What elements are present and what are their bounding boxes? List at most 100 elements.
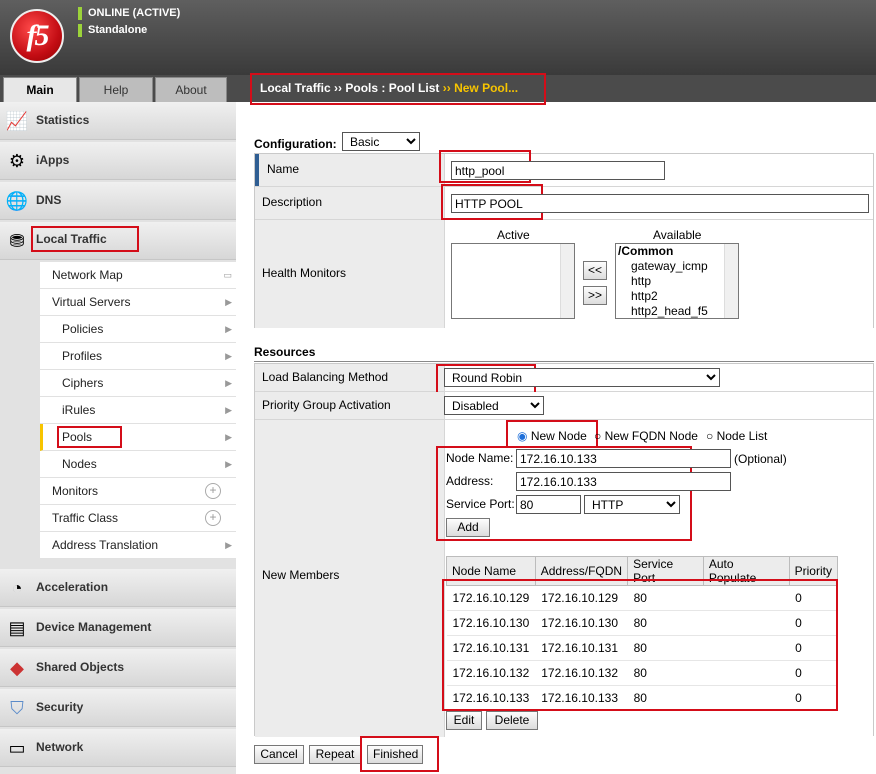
name-row: Name xyxy=(255,150,873,187)
crumb-sep: ›› xyxy=(334,81,343,95)
cancel-button[interactable]: Cancel xyxy=(254,745,304,764)
address-input[interactable] xyxy=(516,472,731,491)
service-port-input[interactable] xyxy=(516,495,581,514)
list-item[interactable]: gateway_icmp xyxy=(616,259,738,274)
sidebar-item-monitors[interactable]: Monitors + xyxy=(40,478,236,505)
sidebar-section-security[interactable]: ⛉ Security xyxy=(0,689,236,727)
shared-objects-icon: ◆ xyxy=(10,658,24,678)
remove-monitor-button[interactable]: >> xyxy=(583,286,607,305)
general-properties-table: Name Description Health Monitors Active … xyxy=(254,150,874,328)
optional-label: (Optional) xyxy=(734,452,787,466)
device-management-icon: ▤ xyxy=(8,618,26,638)
sidebar-section-iapps[interactable]: ⚙ iApps xyxy=(0,142,236,180)
sidebar-section-device-management[interactable]: ▤ Device Management xyxy=(0,609,236,647)
config-mode-select[interactable]: Basic xyxy=(342,132,420,151)
add-icon[interactable]: + xyxy=(205,510,221,526)
list-item[interactable]: http2 xyxy=(616,289,738,304)
config-label: Configuration: xyxy=(254,137,337,151)
node-name-input[interactable] xyxy=(516,449,731,468)
sidebar-item-irules[interactable]: iRules ▶ xyxy=(40,397,236,424)
sidebar-item-address-translation[interactable]: Address Translation ▶ xyxy=(40,532,236,559)
list-item[interactable]: http xyxy=(616,274,738,289)
health-monitors-row: Health Monitors Active Available << >> /… xyxy=(255,220,873,328)
members-highlight xyxy=(442,579,838,711)
scrollbar[interactable] xyxy=(560,244,574,318)
add-monitor-button[interactable]: << xyxy=(583,261,607,280)
sidebar-item-ciphers[interactable]: Ciphers ▶ xyxy=(40,370,236,397)
edit-member-button[interactable]: Edit xyxy=(446,711,482,730)
list-item[interactable]: http2_head_f5 xyxy=(616,304,738,319)
sidebar-section-acceleration[interactable]: ◔ Acceleration xyxy=(0,569,236,607)
pga-row: Priority Group Activation Disabled xyxy=(255,392,873,420)
dns-icon: 🌐 xyxy=(5,191,29,211)
lb-method-row: Load Balancing Method Round Robin xyxy=(255,364,873,394)
main-content: Configuration: Basic Name Description He… xyxy=(236,102,876,774)
radio-new-node[interactable]: ◉ New Node xyxy=(517,429,587,443)
sidebar-section-statistics[interactable]: 📈 Statistics xyxy=(0,102,236,140)
expand-icon: ▭ xyxy=(223,270,232,280)
status-online: ONLINE (ACTIVE) xyxy=(78,7,180,20)
description-input[interactable] xyxy=(451,194,869,213)
service-port-label: Service Port: xyxy=(446,497,515,511)
chevron-right-icon: ▶ xyxy=(225,459,232,469)
crumb-sep: ›› xyxy=(442,81,451,95)
resources-table: Load Balancing Method Round Robin Priori… xyxy=(254,363,874,737)
sidebar-section-shared-objects[interactable]: ◆ Shared Objects xyxy=(0,649,236,687)
health-monitors-label: Health Monitors xyxy=(255,220,445,328)
chevron-right-icon: ▶ xyxy=(225,540,232,550)
name-input[interactable] xyxy=(451,161,665,180)
sidebar: 📈 Statistics ⚙ iApps 🌐 DNS ⛃ Local Traff… xyxy=(0,102,236,774)
scrollbar[interactable] xyxy=(724,244,738,318)
finished-button[interactable]: Finished xyxy=(367,745,423,764)
description-row: Description xyxy=(255,184,873,220)
sidebar-item-virtual-servers[interactable]: Virtual Servers ▶ xyxy=(40,289,236,316)
sidebar-item-nodes[interactable]: Nodes ▶ xyxy=(40,451,236,478)
available-monitors-list[interactable]: /Common gateway_icmp http http2 http2_he… xyxy=(615,243,739,319)
available-label: Available xyxy=(653,228,702,242)
chevron-right-icon: ▶ xyxy=(225,432,232,442)
radio-icon: ○ xyxy=(594,429,602,443)
sidebar-item-profiles[interactable]: Profiles ▶ xyxy=(40,343,236,370)
radio-node-list[interactable]: ○ Node List xyxy=(706,429,767,443)
delete-member-button[interactable]: Delete xyxy=(486,711,538,730)
sidebar-item-pools[interactable]: Pools ▶ xyxy=(40,424,236,451)
chevron-right-icon: ▶ xyxy=(225,405,232,415)
new-members-label: New Members xyxy=(255,420,445,737)
status-mode: Standalone xyxy=(78,24,147,37)
sidebar-item-traffic-class[interactable]: Traffic Class + xyxy=(40,505,236,532)
radio-new-fqdn-node[interactable]: ○ New FQDN Node xyxy=(594,429,698,443)
lb-method-label: Load Balancing Method xyxy=(255,364,445,391)
pga-label: Priority Group Activation xyxy=(255,392,445,419)
new-members-row: New Members ◉ New Node ○ New FQDN Node ○… xyxy=(255,420,873,737)
tab-help[interactable]: Help xyxy=(79,77,153,102)
chevron-right-icon: ▶ xyxy=(225,324,232,334)
tab-main[interactable]: Main xyxy=(3,77,77,102)
sidebar-section-local-traffic[interactable]: ⛃ Local Traffic xyxy=(0,222,236,260)
sidebar-section-network[interactable]: ▭ Network xyxy=(0,729,236,767)
add-member-button[interactable]: Add xyxy=(446,518,490,537)
service-select[interactable]: HTTP xyxy=(584,495,680,514)
chevron-right-icon: ▶ xyxy=(225,378,232,388)
sidebar-item-policies[interactable]: Policies ▶ xyxy=(40,316,236,343)
statistics-icon: 📈 xyxy=(5,111,29,131)
tab-about[interactable]: About xyxy=(155,77,227,102)
address-label: Address: xyxy=(446,474,494,488)
add-icon[interactable]: + xyxy=(205,483,221,499)
network-icon: ▭ xyxy=(8,738,26,758)
lb-method-select[interactable]: Round Robin xyxy=(444,368,720,387)
f5-logo: f5 xyxy=(10,9,64,63)
sidebar-item-network-map[interactable]: Network Map ▭ xyxy=(40,262,236,289)
list-item[interactable]: /Common xyxy=(616,244,738,259)
pga-select[interactable]: Disabled xyxy=(444,396,544,415)
crumb-local-traffic[interactable]: Local Traffic xyxy=(260,81,331,95)
breadcrumb: Local Traffic ›› Pools : Pool List ›› Ne… xyxy=(250,73,546,105)
description-label: Description xyxy=(255,187,445,219)
iapps-icon: ⚙ xyxy=(8,151,26,171)
chevron-right-icon: ▶ xyxy=(225,297,232,307)
resources-heading: Resources xyxy=(254,342,874,362)
name-label: Name xyxy=(255,154,445,186)
repeat-button[interactable]: Repeat xyxy=(309,745,361,764)
active-monitors-list[interactable] xyxy=(451,243,575,319)
crumb-pool-list[interactable]: Pools : Pool List xyxy=(345,81,439,95)
sidebar-section-dns[interactable]: 🌐 DNS xyxy=(0,182,236,220)
